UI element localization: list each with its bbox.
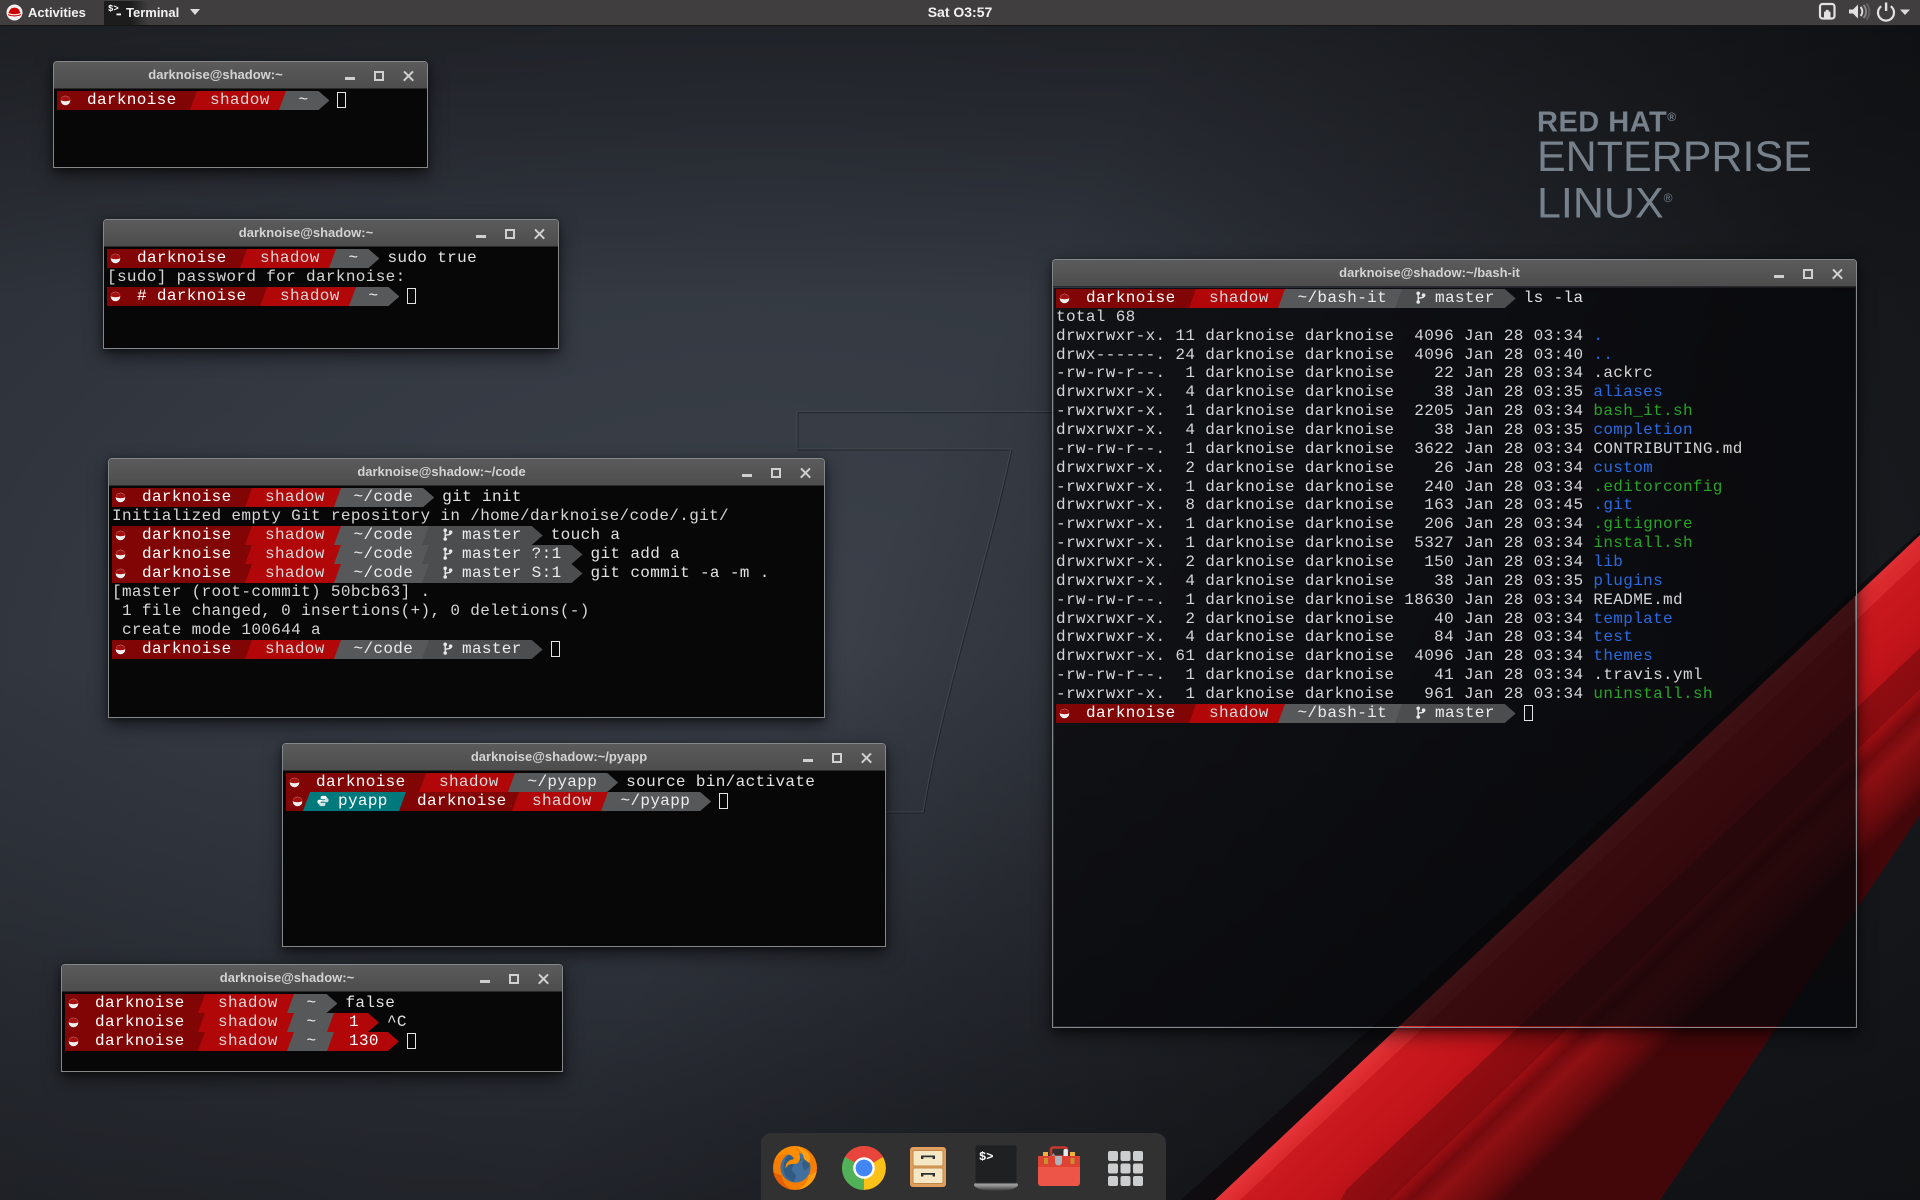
svg-text:$>: $>	[979, 1150, 993, 1164]
